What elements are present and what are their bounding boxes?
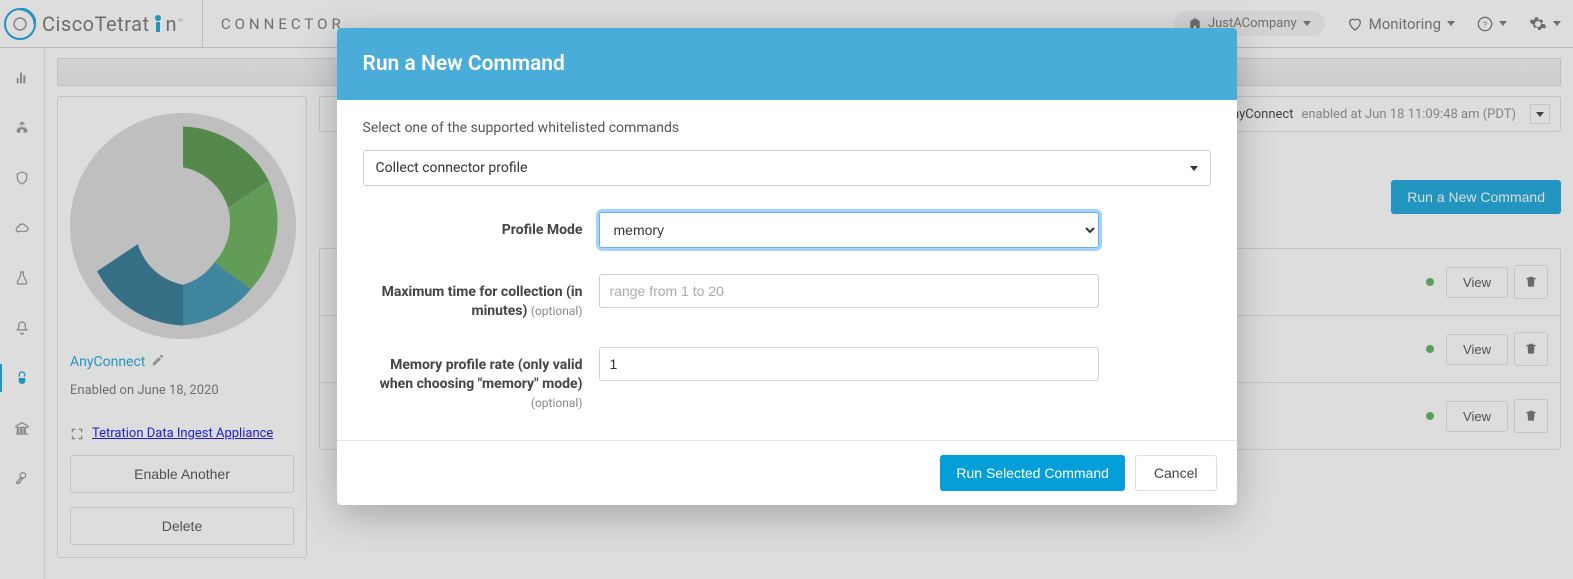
modal-title: Run a New Command: [337, 28, 1237, 100]
command-select[interactable]: Collect connector profile: [363, 150, 1211, 186]
profile-mode-label: Profile Mode: [363, 212, 583, 240]
run-command-modal: Run a New Command Select one of the supp…: [337, 28, 1237, 505]
cancel-button[interactable]: Cancel: [1135, 455, 1217, 491]
command-select-value: Collect connector profile: [376, 160, 528, 176]
max-time-input[interactable]: [599, 274, 1099, 308]
mem-rate-label: Memory profile rate (only valid when cho…: [363, 347, 583, 413]
chevron-down-icon: [1190, 166, 1198, 171]
mem-rate-input[interactable]: [599, 347, 1099, 381]
modal-backdrop: Run a New Command Select one of the supp…: [0, 0, 1573, 579]
modal-instruction: Select one of the supported whitelisted …: [363, 120, 1211, 136]
run-selected-command-button[interactable]: Run Selected Command: [940, 455, 1125, 491]
max-time-label: Maximum time for collection (in minutes)…: [363, 274, 583, 321]
profile-mode-select[interactable]: memory: [599, 212, 1099, 248]
